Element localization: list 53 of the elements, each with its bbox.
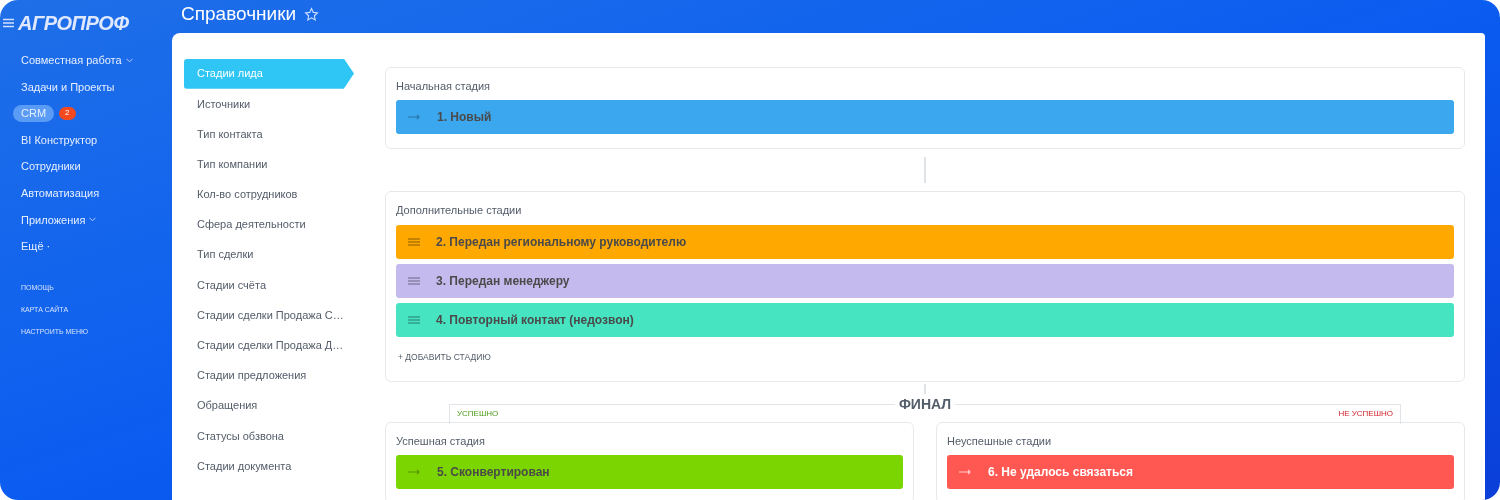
stage-bar[interactable]: 4. Повторный контакт (недозвон) (396, 302, 1454, 337)
arrow-icon (408, 469, 421, 475)
dictionary-item[interactable]: Тип контакта (184, 118, 354, 150)
sidebar-item[interactable]: Совместная работа (13, 52, 141, 69)
sidebar-item[interactable]: BI Конструктор (13, 131, 106, 149)
drag-handle-icon[interactable] (408, 315, 420, 324)
section-title: Неуспешные стадии (947, 433, 1053, 449)
dictionary-item[interactable]: Сфера деятельности (184, 209, 354, 240)
dictionary-item[interactable]: Кол-во сотрудников (184, 179, 354, 210)
stage-name: 5. Сконвертирован (437, 464, 550, 481)
dictionary-item[interactable]: Статусы обзвона (184, 420, 354, 451)
stage-name: 4. Повторный контакт (недозвон) (436, 311, 634, 329)
dictionary-item[interactable]: Тип сделки (184, 239, 354, 270)
chevron-down-icon (89, 217, 97, 223)
sidebar-item[interactable]: CRM (13, 105, 55, 122)
section-title: Начальная стадия (396, 78, 492, 94)
sidebar-item[interactable]: Ещё · (13, 238, 59, 255)
stage-bar[interactable]: 1. Новый (396, 100, 1454, 134)
stage-name: 6. Не удалось связаться (988, 464, 1133, 481)
chevron-down-icon (125, 57, 133, 63)
page-title: Справочники (181, 2, 297, 26)
stage-bar[interactable]: 2. Передан региональному руководителю (396, 224, 1454, 259)
menu-icon[interactable] (3, 18, 14, 28)
dictionary-item[interactable]: Стадии предложения (184, 360, 354, 391)
sidebar-item[interactable]: Задачи и Проекты (13, 78, 123, 96)
dictionary-item[interactable]: Стадии документа (184, 450, 354, 482)
star-icon[interactable] (304, 6, 320, 22)
stage-bar[interactable]: 3. Передан менеджеру (396, 263, 1454, 298)
stage-name: 3. Передан менеджеру (436, 272, 570, 290)
success-label: УСПЕШНО (457, 407, 499, 420)
sidebar-item[interactable]: Приложения (13, 211, 105, 229)
dictionary-item[interactable]: Стадии сделки Продажа С… (184, 300, 354, 331)
dictionary-item[interactable]: Обращения (184, 390, 354, 421)
dictionary-item[interactable]: Стадии счёта (184, 269, 354, 300)
drag-handle-icon[interactable] (408, 276, 420, 285)
arrow-icon (408, 114, 421, 120)
arrow-icon (959, 469, 972, 475)
sidebar-item[interactable]: Автоматизация (13, 185, 108, 202)
drag-handle-icon[interactable] (408, 237, 420, 246)
add-stage-button[interactable]: + ДОБАВИТЬ СТАДИЮ (398, 350, 491, 364)
dictionary-item[interactable]: Тип компании (184, 149, 354, 180)
stage-name: 2. Передан региональному руководителю (436, 233, 687, 251)
logo[interactable]: АГРОПРОФ (18, 8, 129, 38)
dictionary-item[interactable]: Стадии сделки Продажа Д… (184, 330, 354, 361)
section-title: Успешная стадия (396, 433, 486, 449)
fail-label: НЕ УСПЕШНО (1338, 407, 1393, 420)
stage-bar[interactable]: 6. Не удалось связаться (947, 455, 1454, 489)
stage-bar[interactable]: 5. Сконвертирован (396, 455, 903, 489)
section-title: Дополнительные стадии (396, 203, 523, 218)
stage-name: 1. Новый (437, 109, 492, 126)
dictionary-item[interactable]: Источники (184, 88, 354, 119)
notification-badge: 2 (59, 107, 76, 120)
sidebar-item[interactable]: Сотрудники (13, 158, 89, 175)
